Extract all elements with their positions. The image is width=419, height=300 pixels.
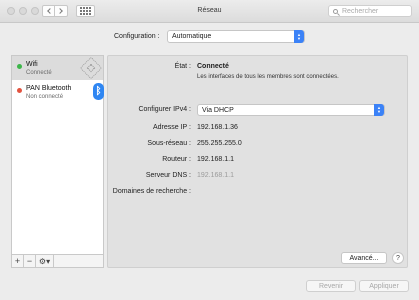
- select-arrows-icon: ▲ ▼: [294, 30, 304, 43]
- action-menu-button[interactable]: ⚙▾: [36, 255, 54, 267]
- state-value: Connecté: [197, 63, 229, 70]
- state-label: État :: [174, 63, 191, 70]
- configuration-select[interactable]: Automatique ▲ ▼: [167, 30, 305, 43]
- title-bar: Réseau Rechercher: [0, 0, 419, 23]
- remove-service-button[interactable]: −: [24, 255, 36, 267]
- search-placeholder: Rechercher: [342, 7, 379, 15]
- service-list: Wifi Connecté PAN Bluetooth Non connecté…: [11, 55, 104, 255]
- ipv4-label: Configurer IPv4 :: [138, 106, 191, 113]
- service-status: Connecté: [26, 70, 52, 76]
- status-dot-icon: [17, 88, 22, 93]
- service-name: Wifi: [26, 61, 38, 68]
- dns-value: 192.168.1.1: [197, 172, 234, 179]
- service-item-bluetooth[interactable]: PAN Bluetooth Non connecté ᛒ: [12, 80, 104, 104]
- ipv4-value: Via DHCP: [202, 106, 234, 114]
- service-item-wifi[interactable]: Wifi Connecté: [12, 56, 103, 80]
- ip-address-value: 192.168.1.36: [197, 124, 238, 131]
- subnet-label: Sous-réseau :: [147, 140, 191, 147]
- service-status: Non connecté: [26, 94, 64, 100]
- apply-button[interactable]: Appliquer: [359, 280, 409, 292]
- ip-address-label: Adresse IP :: [152, 124, 191, 131]
- router-value: 192.168.1.1: [197, 156, 234, 163]
- help-button[interactable]: ?: [392, 252, 404, 264]
- ipv4-select[interactable]: Via DHCP ▲ ▼: [197, 104, 385, 116]
- search-domains-label: Domaines de recherche :: [112, 188, 191, 195]
- router-label: Routeur :: [162, 156, 191, 163]
- dns-label: Serveur DNS :: [145, 172, 191, 179]
- search-icon: [333, 8, 338, 14]
- add-service-button[interactable]: +: [12, 255, 24, 267]
- configuration-label: Configuration :: [114, 33, 160, 40]
- state-note: Les interfaces de tous les membres sont …: [197, 74, 339, 80]
- select-arrows-icon: ▲ ▼: [374, 104, 384, 116]
- subnet-value: 255.255.255.0: [197, 140, 242, 147]
- network-preferences-window: Réseau Rechercher Configuration : Automa…: [0, 0, 419, 300]
- wifi-icon: [79, 56, 103, 80]
- revert-button[interactable]: Revenir: [306, 280, 356, 292]
- status-dot-icon: [17, 64, 22, 69]
- bluetooth-icon: ᛒ: [93, 83, 104, 100]
- service-list-toolbar: + − ⚙▾: [11, 255, 104, 268]
- search-field[interactable]: Rechercher: [328, 5, 412, 17]
- advanced-button[interactable]: Avancé...: [341, 252, 387, 264]
- service-name: PAN Bluetooth: [26, 85, 72, 92]
- configuration-value: Automatique: [172, 33, 212, 40]
